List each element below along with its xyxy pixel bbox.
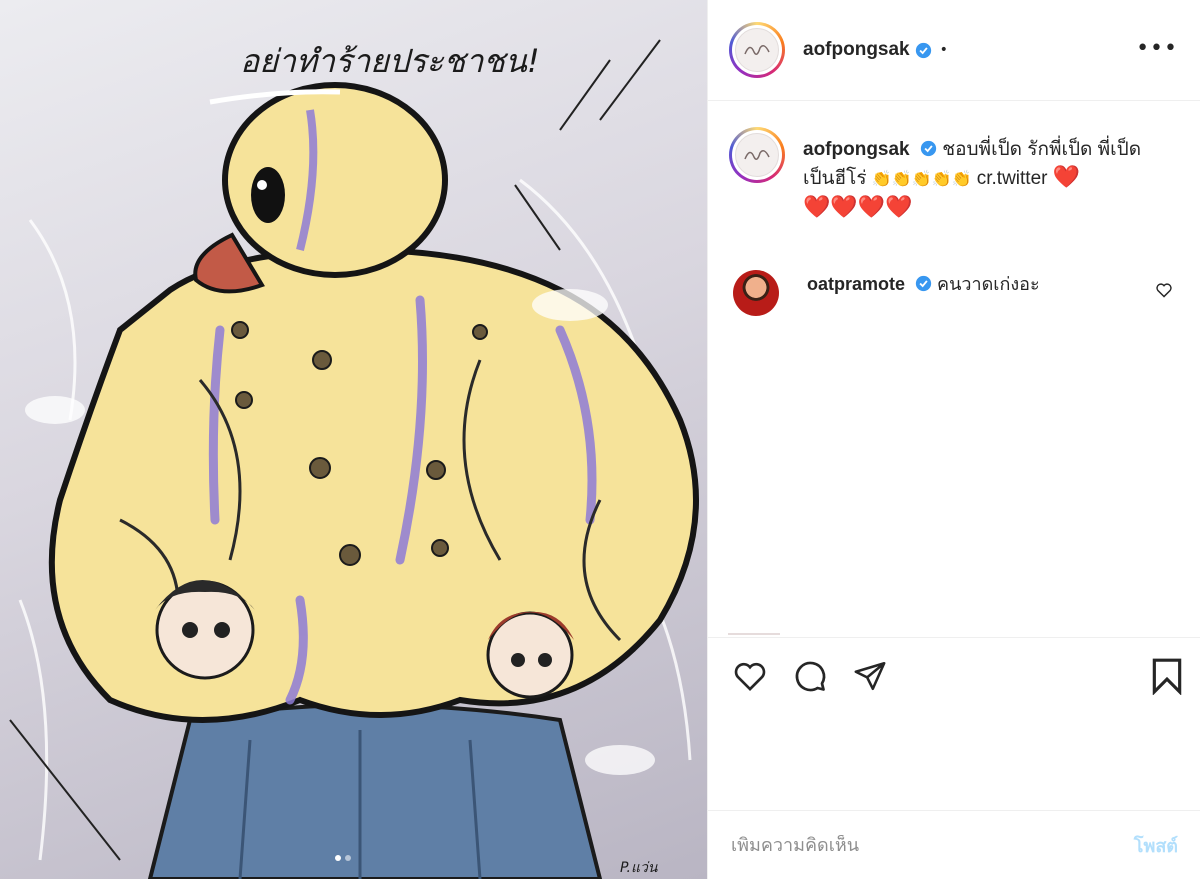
image-title-text: อย่าทำร้ายประชาชน! [240,42,540,80]
caption-username[interactable]: aofpongsak [803,139,910,160]
verified-badge-icon [915,42,931,58]
comment-like-heart-icon[interactable] [1155,282,1173,298]
duck-illustration: อย่าทำร้ายประชาชน! P.แว่น [9,39,699,879]
comments-list: aofpongsak ชอบพี่เป็ด รักพี่เป็ด พี่เป็ด… [708,101,1200,316]
caption-avatar[interactable] [729,127,785,183]
like-heart-icon[interactable] [731,657,769,695]
post-actions [708,637,1200,714]
add-comment-bar: โพสต์ [708,810,1200,879]
share-paper-plane-icon[interactable] [851,657,889,695]
comment-bubble-icon[interactable] [791,657,829,695]
more-options-icon[interactable]: ••• [1136,38,1178,60]
header-separator: • [939,42,948,58]
post-image[interactable]: อย่าทำร้ายประชาชน! P.แว่น [0,0,707,879]
caption-text: aofpongsak ชอบพี่เป็ด รักพี่เป็ด พี่เป็ด… [803,136,1163,222]
comment-body: คนวาดเก่งอะ [937,274,1040,294]
post-comment-button[interactable]: โพสต์ [1134,831,1178,860]
commenter-username[interactable]: oatpramote [807,274,905,294]
comments-scroll-indicator [728,633,780,635]
post-header: aofpongsak • ••• [708,0,1200,101]
post-modal: อย่าทำร้ายประชาชน! P.แว่น aofpongsak • •… [0,0,1200,879]
comment-text: oatpramote คนวาดเก่งอะ [807,272,1040,316]
signature-logo-icon [744,150,770,160]
svg-text:P.แว่น: P.แว่น [620,860,658,876]
comment-item: oatpramote คนวาดเก่งอะ [729,270,1179,316]
commenter-avatar[interactable] [733,270,779,316]
author-avatar[interactable] [729,22,785,78]
verified-badge-icon [915,275,932,292]
heart-emoji: ❤️ [1052,164,1081,189]
verified-badge-icon [920,140,937,157]
signature-logo-icon [744,45,770,55]
clap-emoji-row: 👏👏👏👏👏 [871,171,972,188]
author-username[interactable]: aofpongsak [803,39,910,61]
carousel-dots [335,855,351,861]
save-bookmark-icon[interactable] [1151,657,1183,699]
post-side-panel: aofpongsak • ••• aofpongsak ชอบพี่เป็ด ร… [707,0,1200,879]
carousel-dot-active[interactable] [335,855,341,861]
caption-credit: cr.twitter [976,168,1048,189]
carousel-dot[interactable] [345,855,351,861]
post-caption: aofpongsak ชอบพี่เป็ด รักพี่เป็ด พี่เป็ด… [729,101,1179,222]
add-comment-input[interactable] [731,834,1134,856]
heart-emoji-row: ❤️❤️❤️❤️ [803,194,913,219]
